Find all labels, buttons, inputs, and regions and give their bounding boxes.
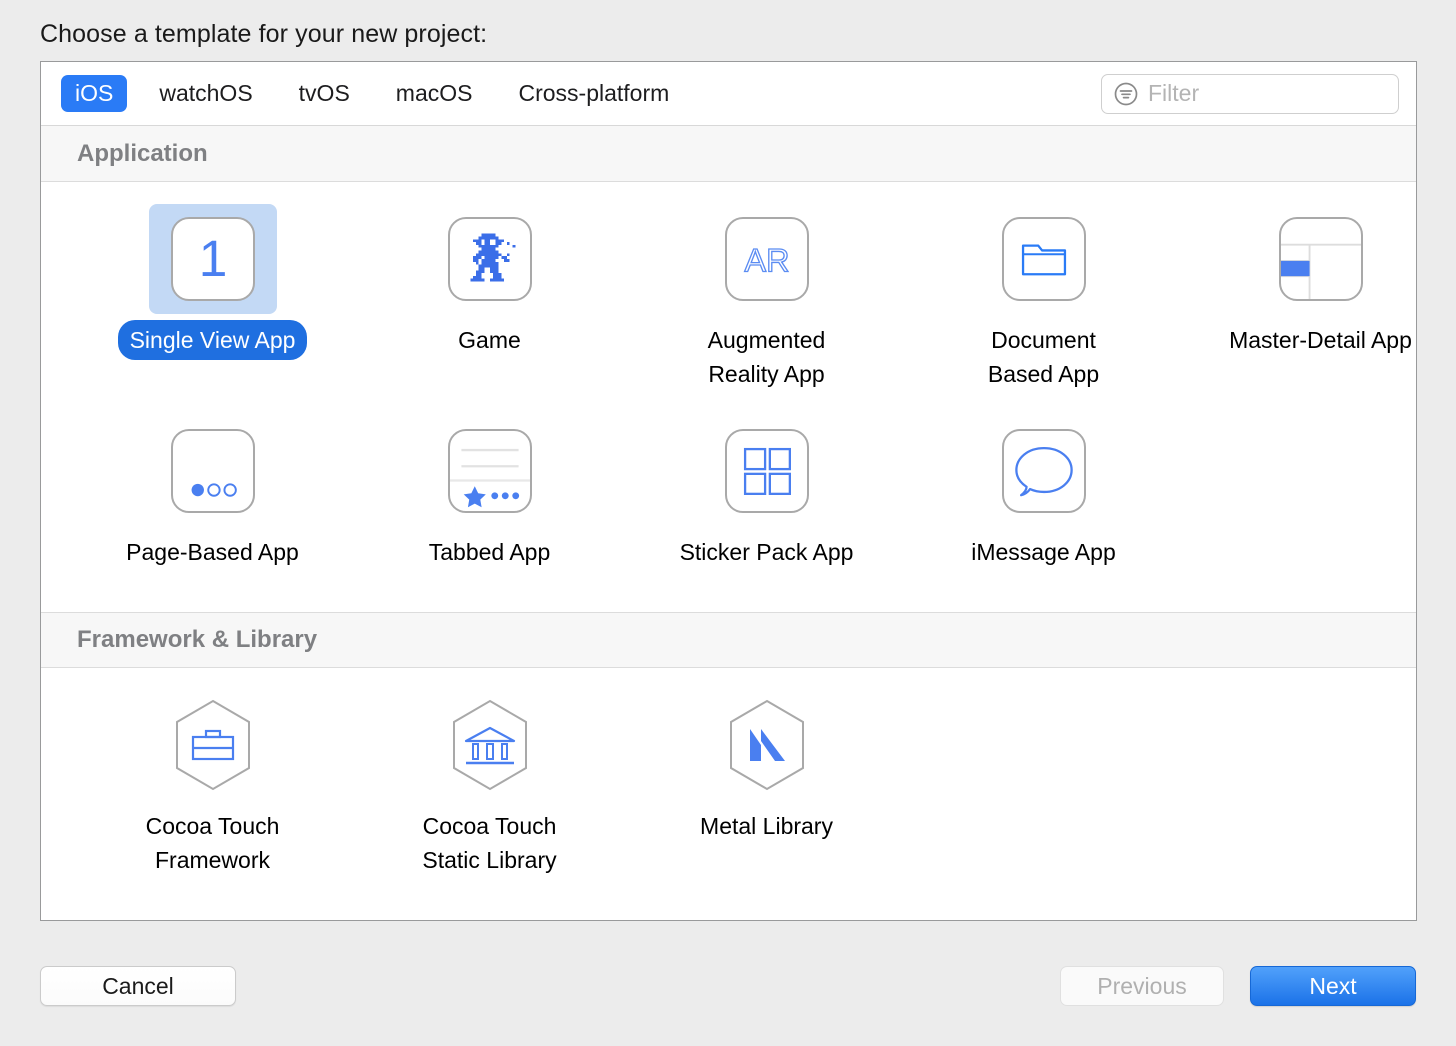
page-based-icon-holder	[149, 416, 277, 526]
template-page-based-app[interactable]: Page-Based App	[74, 394, 351, 572]
template-tabbed-app[interactable]: Tabbed App	[351, 394, 628, 572]
single-view-icon-holder: 1	[148, 204, 277, 314]
filter-icon	[1113, 81, 1139, 107]
grid-spacer	[1182, 394, 1456, 572]
svg-text:AR: AR	[744, 242, 789, 278]
bank-hex-icon-holder	[426, 690, 554, 800]
template-cocoa-touch-framework[interactable]: Cocoa Touch Framework	[74, 668, 351, 880]
template-sticker-pack-app[interactable]: Sticker Pack App	[628, 394, 905, 572]
section-body-application: 1 Single View App Game AR Augmented Real…	[41, 182, 1416, 612]
template-single-view-app[interactable]: 1 Single View App	[74, 182, 351, 394]
tab-macos[interactable]: macOS	[382, 75, 487, 112]
section-header-framework-library: Framework & Library	[41, 612, 1416, 668]
template-panel: iOS watchOS tvOS macOS Cross-platform Fi…	[40, 61, 1417, 921]
document-folder-icon-holder	[980, 204, 1108, 314]
briefcase-hex-icon	[169, 697, 257, 793]
template-imessage-app[interactable]: iMessage App	[905, 394, 1182, 572]
tabbed-app-icon-holder	[426, 416, 554, 526]
template-cocoa-touch-static-library[interactable]: Cocoa Touch Static Library	[351, 668, 628, 880]
metal-hex-icon	[723, 697, 811, 793]
template-label: Metal Library	[700, 813, 833, 839]
master-detail-icon-holder	[1257, 204, 1385, 314]
new-project-template-dialog: Choose a template for your new project: …	[0, 0, 1456, 1046]
filter-input[interactable]: Filter	[1101, 73, 1399, 114]
tab-tvos[interactable]: tvOS	[285, 75, 364, 112]
single-view-icon: 1	[170, 217, 255, 301]
document-folder-icon	[1001, 217, 1086, 301]
tab-watchos[interactable]: watchOS	[145, 75, 266, 112]
template-document-based-app[interactable]: Document Based App	[905, 182, 1182, 394]
template-label: Cocoa Touch Static Library	[422, 813, 557, 873]
master-detail-icon	[1278, 217, 1363, 301]
template-label: Game	[458, 327, 521, 353]
page-title: Choose a template for your new project:	[40, 20, 488, 48]
section-header-application: Application	[41, 126, 1416, 182]
platform-tab-list: iOS watchOS tvOS macOS Cross-platform	[61, 75, 701, 112]
sticker-pack-icon	[724, 429, 809, 513]
tab-cross-platform[interactable]: Cross-platform	[504, 75, 683, 112]
template-label: Master-Detail App	[1229, 327, 1412, 353]
template-label: Sticker Pack App	[679, 539, 854, 565]
augmented-reality-icon-holder: AR	[703, 204, 831, 314]
bank-hex-icon	[446, 697, 534, 793]
grid-spacer	[1182, 668, 1456, 880]
svg-text:1: 1	[198, 229, 227, 287]
template-label: Augmented Reality App	[707, 327, 826, 387]
briefcase-hex-icon-holder	[149, 690, 277, 800]
cancel-button[interactable]: Cancel	[40, 966, 236, 1006]
template-label: Page-Based App	[126, 539, 299, 565]
application-row-1: 1 Single View App Game AR Augmented Real…	[41, 182, 1416, 394]
template-metal-library[interactable]: Metal Library	[628, 668, 905, 880]
template-label: Cocoa Touch Framework	[145, 813, 280, 873]
template-game[interactable]: Game	[351, 182, 628, 394]
template-augmented-reality-app[interactable]: AR Augmented Reality App	[628, 182, 905, 394]
application-row-2: Page-Based App Tabbed App Sticker Pack A…	[41, 394, 1416, 612]
tabbed-app-icon	[447, 429, 532, 513]
tab-ios[interactable]: iOS	[61, 75, 128, 112]
imessage-bubble-icon	[1001, 429, 1086, 513]
game-icon	[447, 217, 532, 301]
platform-toolbar: iOS watchOS tvOS macOS Cross-platform Fi…	[41, 62, 1416, 126]
template-master-detail-app[interactable]: Master-Detail App	[1182, 182, 1456, 394]
metal-hex-icon-holder	[703, 690, 831, 800]
filter-placeholder: Filter	[1148, 80, 1200, 106]
sticker-pack-icon-holder	[703, 416, 831, 526]
section-body-framework-library: Cocoa Touch Framework Cocoa Touch Static…	[41, 668, 1416, 880]
game-icon-holder	[426, 204, 554, 314]
template-label: Tabbed App	[428, 539, 551, 565]
augmented-reality-icon: AR	[724, 217, 809, 301]
grid-spacer	[905, 668, 1182, 880]
template-label: iMessage App	[971, 539, 1116, 565]
previous-button[interactable]: Previous	[1060, 966, 1224, 1006]
framework-row-1: Cocoa Touch Framework Cocoa Touch Static…	[41, 668, 1416, 880]
imessage-bubble-icon-holder	[980, 416, 1108, 526]
next-button[interactable]: Next	[1250, 966, 1416, 1006]
template-label: Single View App	[117, 320, 308, 360]
template-label: Document Based App	[987, 327, 1100, 387]
page-based-icon	[170, 429, 255, 513]
